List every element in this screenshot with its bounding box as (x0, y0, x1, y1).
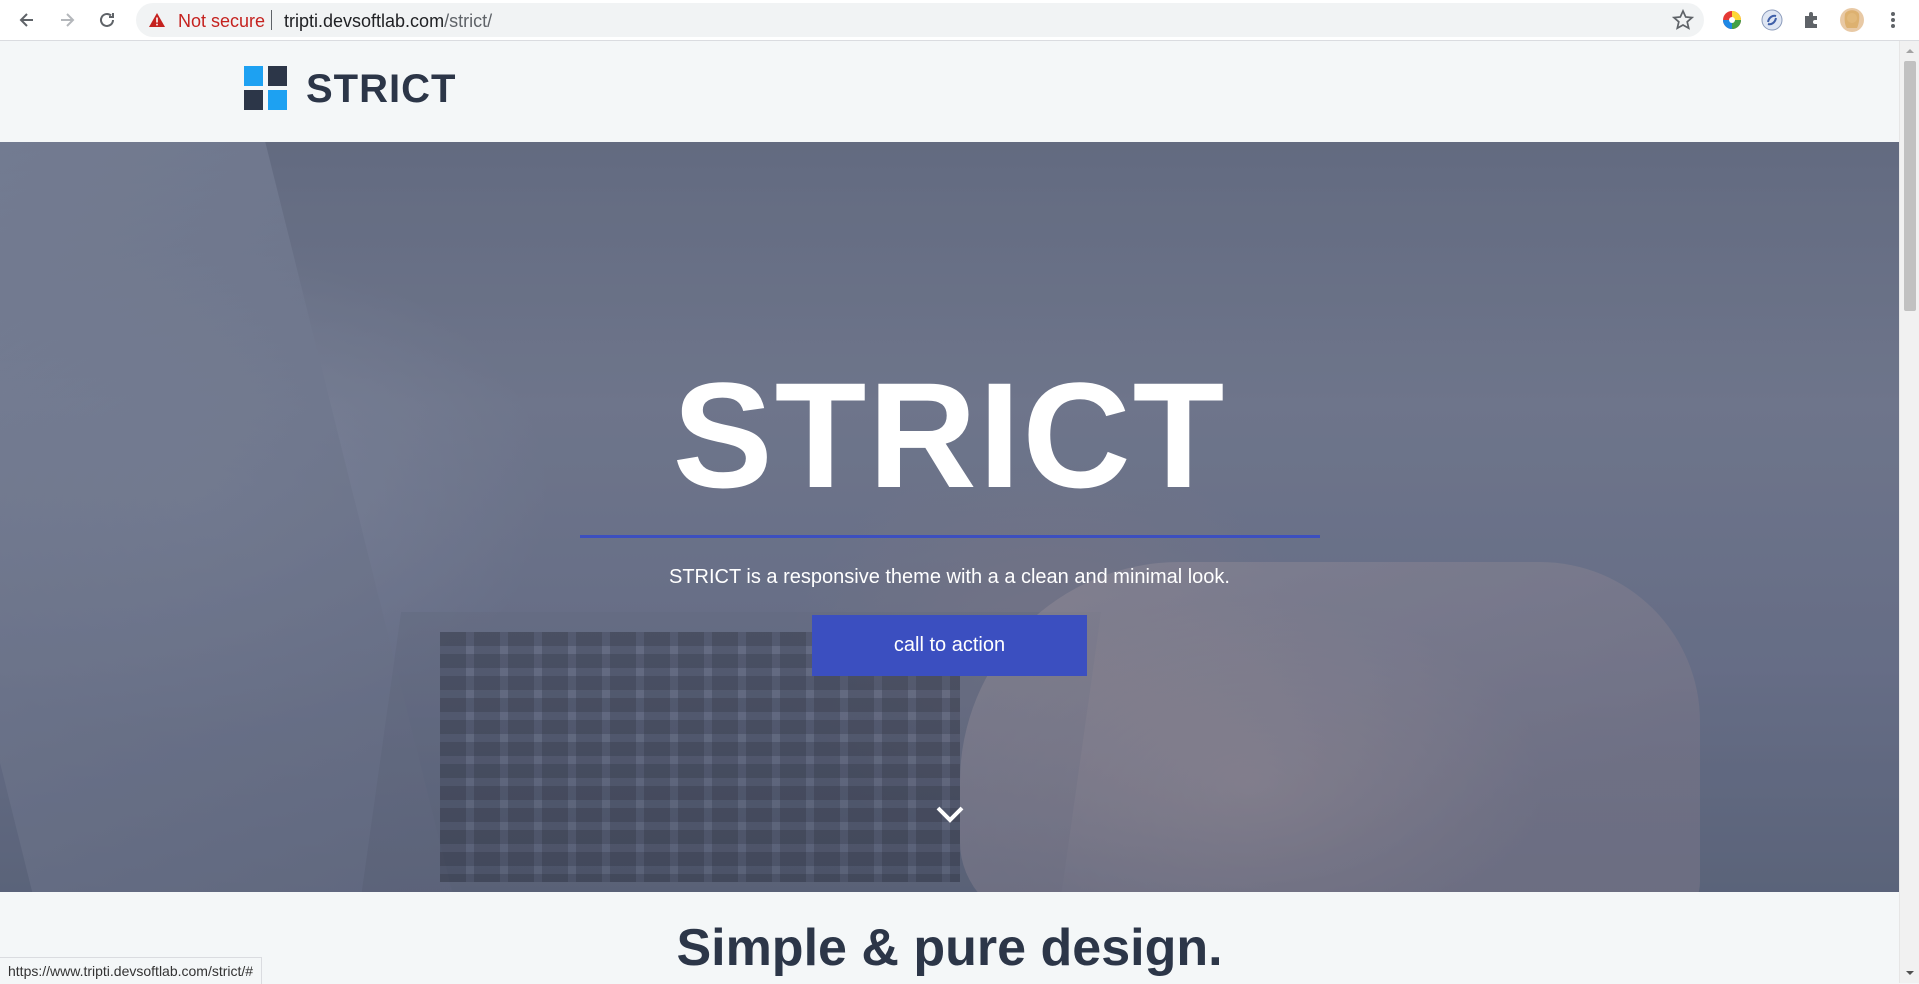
hero-subtitle: STRICT is a responsive theme with a a cl… (669, 566, 1230, 588)
puzzle-icon (1805, 12, 1817, 28)
address-bar[interactable]: Not secure tripti.devsoftlab.com/strict/ (136, 3, 1704, 37)
security-status[interactable]: Not secure (178, 11, 265, 32)
browser-toolbar: Not secure tripti.devsoftlab.com/strict/ (0, 0, 1919, 41)
sync-extension-button[interactable] (1760, 8, 1784, 32)
url-path: /strict/ (444, 11, 493, 31)
section-title: Simple & pure design. (676, 919, 1223, 977)
logo-square-4 (268, 90, 287, 110)
hero-divider (580, 535, 1320, 538)
extensions-button[interactable] (1800, 8, 1824, 32)
arrow-left-icon (19, 13, 33, 27)
scroll-down-button[interactable] (935, 804, 965, 829)
chevron-down-icon (936, 806, 964, 823)
hero-title: STRICT (672, 351, 1227, 519)
sync-icon (1761, 9, 1783, 31)
back-button[interactable] (13, 6, 41, 34)
kebab-menu-icon (1891, 12, 1895, 28)
scroll-up-arrow-icon[interactable] (1904, 45, 1916, 57)
status-url-bubble: https://www.tripti.devsoftlab.com/strict… (0, 957, 263, 984)
color-wheel-icon (1723, 11, 1741, 29)
url-host: tripti.devsoftlab.com (284, 11, 445, 31)
browser-menu-button[interactable] (1881, 8, 1905, 32)
warning-icon (149, 13, 165, 27)
color-extension-button[interactable] (1720, 8, 1744, 32)
avatar-icon (1840, 8, 1864, 32)
hero-section: STRICT STRICT is a responsive theme with… (0, 142, 1899, 892)
call-to-action-button[interactable]: call to action (812, 615, 1087, 676)
profile-avatar[interactable] (1840, 8, 1864, 32)
site-header: STRICT (0, 41, 1899, 142)
logo-square-2 (268, 66, 287, 86)
bookmark-button[interactable] (1671, 8, 1695, 36)
logo-icon[interactable] (244, 66, 288, 112)
arrow-right-icon (61, 13, 75, 27)
star-icon (1671, 8, 1695, 30)
logo-square-1 (244, 66, 263, 86)
address-divider (271, 10, 272, 30)
page-scrollbar[interactable] (1899, 41, 1919, 983)
url-text[interactable]: tripti.devsoftlab.com/strict/ (284, 11, 492, 32)
logo-text[interactable]: STRICT (306, 67, 456, 112)
scrollbar-thumb[interactable] (1904, 61, 1916, 311)
reload-icon (100, 12, 114, 27)
forward-button[interactable] (53, 6, 81, 34)
reload-button[interactable] (93, 6, 121, 34)
scroll-down-arrow-icon[interactable] (1904, 967, 1916, 979)
logo-square-3 (244, 90, 263, 110)
